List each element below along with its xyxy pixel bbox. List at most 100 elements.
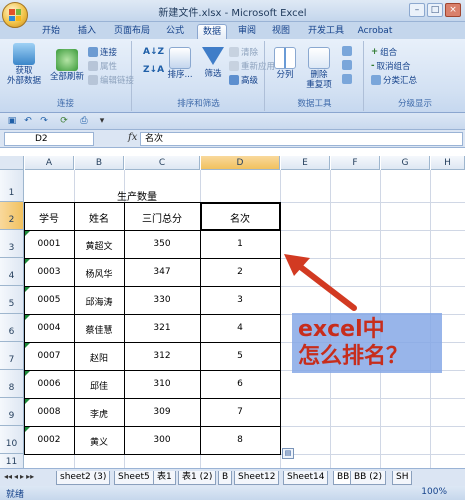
properties-button[interactable]: 属性 <box>88 60 117 72</box>
cell-score[interactable]: 312 <box>124 351 200 361</box>
zoom-level[interactable]: 100% <box>421 487 447 497</box>
cell-score[interactable]: 300 <box>124 435 200 445</box>
clear-button[interactable]: 清除 <box>229 46 258 58</box>
save-icon[interactable]: ▣ <box>6 115 18 127</box>
col-header-e[interactable]: E <box>281 156 330 170</box>
row-header-3[interactable]: 3 <box>0 230 24 258</box>
filter-button[interactable]: 筛选 <box>199 47 227 79</box>
col-header-b[interactable]: B <box>75 156 124 170</box>
cell-rank[interactable]: 4 <box>200 323 280 333</box>
name-box[interactable]: D2 <box>4 132 94 146</box>
cell-name[interactable]: 黄超文 <box>74 239 124 252</box>
tab-review[interactable]: 审阅 <box>232 24 262 39</box>
get-external-data-button[interactable]: 获取 外部数据 <box>4 43 44 86</box>
minimize-icon[interactable]: – <box>409 3 425 17</box>
cell-rank[interactable]: 6 <box>200 379 280 389</box>
cell-id[interactable]: 0001 <box>24 239 74 249</box>
cell-id[interactable]: 0004 <box>24 323 74 333</box>
consolidate-button[interactable] <box>342 60 352 70</box>
col-header-h[interactable]: H <box>431 156 465 170</box>
prev-sheet-icon[interactable]: ◂ <box>14 472 18 481</box>
office-button[interactable] <box>2 2 28 28</box>
sheet-tab[interactable]: 表1 <box>153 471 176 485</box>
cell-score[interactable]: 309 <box>124 407 200 417</box>
col-header-a[interactable]: A <box>25 156 74 170</box>
row-header-6[interactable]: 6 <box>0 314 24 342</box>
header-cell-score[interactable]: 三门总分 <box>124 210 200 225</box>
cell-name[interactable]: 李虎 <box>74 407 124 420</box>
cell-name[interactable]: 邱海涛 <box>74 295 124 308</box>
cell-name[interactable]: 杨风华 <box>74 267 124 280</box>
what-if-button[interactable] <box>342 74 352 84</box>
cell-rank[interactable]: 3 <box>200 295 280 305</box>
sort-az-button[interactable]: A↓Z <box>143 47 164 57</box>
col-header-g[interactable]: G <box>381 156 430 170</box>
sheet-tab[interactable]: Sheet5 <box>114 471 154 485</box>
tab-page-layout[interactable]: 页面布局 <box>108 24 156 39</box>
cell-id[interactable]: 0003 <box>24 267 74 277</box>
sheet-tab[interactable]: sheet2 (3) <box>56 471 111 485</box>
worksheet-grid[interactable]: A B C D E F G H 1 2 3 4 5 6 7 8 9 10 11 … <box>0 148 465 468</box>
ungroup-button[interactable]: - 取消组合 <box>371 60 411 72</box>
row-header-9[interactable]: 9 <box>0 398 24 426</box>
fx-icon[interactable]: fx <box>128 132 137 143</box>
tab-view[interactable]: 视图 <box>266 24 296 39</box>
edit-links-button[interactable]: 编辑链接 <box>88 74 134 86</box>
row-header-4[interactable]: 4 <box>0 258 24 286</box>
select-all-corner[interactable] <box>0 156 24 170</box>
first-sheet-icon[interactable]: ◂◂ <box>4 472 12 481</box>
sheet-tab[interactable]: Sheet12 <box>234 471 280 485</box>
header-cell-rank[interactable]: 名次 <box>200 210 280 225</box>
group-button[interactable]: + 组合 <box>371 46 397 58</box>
sheet-title-cell[interactable]: 生产数量 <box>74 188 200 203</box>
cell-name[interactable]: 蔡佳慧 <box>74 323 124 336</box>
formula-input[interactable]: 名次 <box>140 132 463 146</box>
cell-rank[interactable]: 1 <box>200 239 280 249</box>
row-header-10[interactable]: 10 <box>0 426 24 454</box>
cell-name[interactable]: 赵阳 <box>74 351 124 364</box>
cell-id[interactable]: 0002 <box>24 435 74 445</box>
subtotal-button[interactable]: 分类汇总 <box>371 74 417 86</box>
cell-name[interactable]: 黄义 <box>74 435 124 448</box>
col-header-c[interactable]: C <box>125 156 200 170</box>
cell-name[interactable]: 邱佳 <box>74 379 124 392</box>
row-header-11[interactable]: 11 <box>0 454 24 468</box>
print-icon[interactable]: ⎙ <box>78 115 90 127</box>
sort-button[interactable]: 排序... <box>163 47 197 80</box>
sheet-tab[interactable]: B <box>218 471 233 485</box>
header-cell-id[interactable]: 学号 <box>24 210 74 225</box>
cell-score[interactable]: 321 <box>124 323 200 333</box>
sheet-tab[interactable]: SH <box>392 471 413 485</box>
remove-duplicates-button[interactable]: 删除 重复项 <box>302 47 336 90</box>
col-header-d[interactable]: D <box>201 156 280 170</box>
cell-id[interactable]: 0008 <box>24 407 74 417</box>
row-header-7[interactable]: 7 <box>0 342 24 370</box>
row-header-1[interactable]: 1 <box>0 170 24 202</box>
refresh-all-button[interactable]: 全部刷新 <box>48 49 86 82</box>
data-validation-button[interactable] <box>342 46 352 56</box>
cell-score[interactable]: 350 <box>124 239 200 249</box>
row-header-8[interactable]: 8 <box>0 370 24 398</box>
customize-icon[interactable]: ▾ <box>96 115 108 127</box>
sheet-tab[interactable]: 表1 (2) <box>178 471 217 485</box>
next-sheet-icon[interactable]: ▸ <box>20 472 24 481</box>
refresh-qat-icon[interactable]: ⟳ <box>58 115 70 127</box>
advanced-button[interactable]: 高级 <box>229 74 258 86</box>
cell-score[interactable]: 330 <box>124 295 200 305</box>
tab-home[interactable]: 开始 <box>36 24 66 39</box>
cell-rank[interactable]: 7 <box>200 407 280 417</box>
col-header-f[interactable]: F <box>331 156 380 170</box>
cell-id[interactable]: 0006 <box>24 379 74 389</box>
sort-za-button[interactable]: Z↓A <box>143 65 164 75</box>
row-header-5[interactable]: 5 <box>0 286 24 314</box>
close-icon[interactable]: × <box>445 3 461 17</box>
paste-options-icon[interactable]: ▤ <box>282 448 294 459</box>
maximize-icon[interactable]: □ <box>427 3 443 17</box>
connections-button[interactable]: 连接 <box>88 46 117 58</box>
tab-developer[interactable]: 开发工具 <box>303 24 349 39</box>
cell-rank[interactable]: 8 <box>200 435 280 445</box>
tab-insert[interactable]: 插入 <box>72 24 102 39</box>
cell-rank[interactable]: 2 <box>200 267 280 277</box>
tab-formulas[interactable]: 公式 <box>160 24 190 39</box>
row-header-2[interactable]: 2 <box>0 202 24 230</box>
